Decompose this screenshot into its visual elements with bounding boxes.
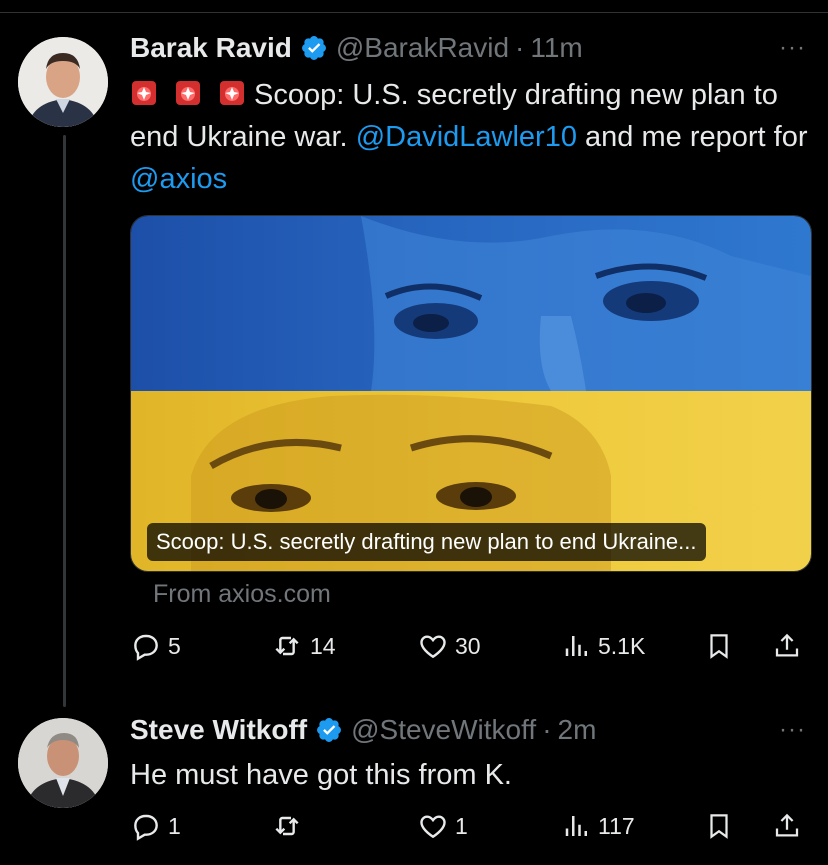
siren-icon: [220, 81, 244, 105]
avatar-steve-witkoff[interactable]: [18, 718, 108, 808]
link-card[interactable]: Scoop: U.S. secretly drafting new plan t…: [130, 215, 812, 572]
views-button[interactable]: 5.1K: [562, 630, 645, 662]
reply-button[interactable]: 1: [130, 810, 181, 842]
views-count: 117: [598, 812, 635, 839]
share-button[interactable]: [772, 810, 802, 842]
avatar-barak-ravid[interactable]: [18, 37, 108, 127]
like-icon: [420, 815, 446, 839]
author-name[interactable]: Barak Ravid: [130, 32, 292, 64]
more-icon[interactable]: ···: [779, 34, 806, 62]
tweet-actions: 5 14 30 5.1K: [130, 630, 810, 670]
timestamp[interactable]: 11m: [530, 32, 582, 64]
bookmark-icon: [710, 814, 728, 839]
reply-icon: [134, 814, 158, 841]
reply-icon: [134, 634, 158, 661]
repost-button[interactable]: [270, 810, 310, 842]
author-name[interactable]: Steve Witkoff: [130, 714, 307, 746]
author-handle[interactable]: @SteveWitkoff: [351, 714, 536, 746]
share-icon: [775, 633, 799, 657]
top-divider: [0, 12, 828, 13]
more-icon[interactable]: ···: [779, 716, 806, 744]
timestamp[interactable]: 2m: [558, 714, 597, 746]
repost-icon: [275, 816, 299, 836]
separator-dot: ·: [542, 714, 552, 745]
tweet-text: He must have got this from K.: [130, 759, 512, 791]
verified-badge-icon: [300, 34, 328, 62]
like-button[interactable]: 30: [417, 630, 481, 662]
tweet-text: Scoop: U.S. secretly drafting new plan t…: [130, 74, 820, 200]
repost-count: 14: [310, 632, 336, 659]
tweet-header: Steve Witkoff @SteveWitkoff · 2m: [130, 710, 596, 750]
bookmark-icon: [710, 634, 728, 659]
like-count: 1: [455, 812, 468, 839]
card-caption: Scoop: U.S. secretly drafting new plan t…: [147, 523, 706, 561]
tweet-header: Barak Ravid @BarakRavid · 11m: [130, 28, 583, 68]
reply-button[interactable]: 5: [130, 630, 181, 662]
siren-icon: [176, 81, 200, 105]
views-button[interactable]: 117: [562, 810, 635, 842]
verified-badge-icon: [315, 716, 343, 744]
tweet-text-mid: and me report for: [585, 121, 808, 153]
like-icon: [420, 635, 446, 659]
separator-dot: ·: [515, 32, 525, 63]
repost-icon: [275, 636, 299, 656]
tweet-actions: 1 1 117: [130, 810, 810, 850]
siren-icon: [132, 81, 156, 105]
share-icon: [775, 813, 799, 837]
thread-connector-line: [63, 135, 66, 707]
like-button[interactable]: 1: [417, 810, 468, 842]
card-source[interactable]: From axios.com: [153, 580, 331, 609]
card-image: [191, 216, 811, 571]
reply-count: 5: [168, 632, 181, 659]
views-count: 5.1K: [598, 632, 646, 659]
bookmark-button[interactable]: [704, 810, 734, 842]
views-icon: [565, 816, 587, 836]
mention-axios[interactable]: @axios: [130, 163, 227, 195]
author-handle[interactable]: @BarakRavid: [336, 32, 509, 64]
reply-count: 1: [168, 812, 181, 839]
bookmark-button[interactable]: [704, 630, 734, 662]
views-icon: [565, 636, 587, 656]
repost-button[interactable]: 14: [270, 630, 336, 662]
mention-davidlawler10[interactable]: @DavidLawler10: [356, 121, 577, 153]
like-count: 30: [455, 632, 481, 659]
share-button[interactable]: [772, 630, 802, 662]
